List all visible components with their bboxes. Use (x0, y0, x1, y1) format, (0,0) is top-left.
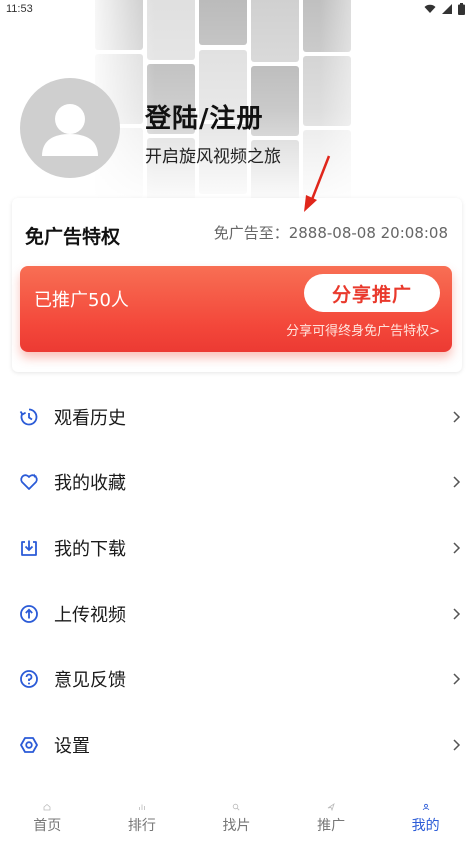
promotion-banner: 已推广50人 分享推广 分享可得终身免广告特权> (20, 266, 452, 352)
chevron-right-icon (453, 476, 461, 488)
history-icon (19, 407, 39, 427)
profile-icon (422, 803, 429, 811)
menu-item-label: 观看历史 (54, 407, 126, 429)
menu-item-label: 我的下载 (54, 538, 126, 560)
nav-tab-label: 排行 (127, 818, 156, 834)
signal-icon (442, 4, 452, 14)
menu-item-label: 我的收藏 (54, 473, 126, 495)
battery-icon (458, 3, 465, 15)
settings-icon (19, 735, 39, 755)
nav-tab-label: 我的 (411, 818, 440, 834)
promotion-note-link[interactable]: 分享可得终身免广告特权> (286, 320, 440, 339)
nav-tab-mine[interactable]: 我的 (378, 795, 473, 841)
nav-tab-label: 找片 (222, 818, 251, 834)
menu-item-my-downloads[interactable]: 我的下载 (0, 515, 473, 581)
favorite-icon (19, 472, 39, 492)
chevron-right-icon (453, 542, 461, 554)
login-register-link[interactable]: 登陆/注册 (145, 98, 264, 135)
feedback-icon (19, 669, 39, 689)
bottom-nav: 首页 排行 找片 推广 我的 (0, 795, 473, 841)
menu-item-label: 设置 (54, 735, 90, 757)
ad-free-title: 免广告特权 (25, 226, 121, 248)
menu-item-my-favorites[interactable]: 我的收藏 (0, 450, 473, 516)
nav-tab-ranking[interactable]: 排行 (95, 795, 190, 841)
menu-item-settings[interactable]: 设置 (0, 712, 473, 778)
avatar[interactable] (20, 78, 120, 178)
download-icon (19, 538, 39, 558)
profile-subtitle: 开启旋风视频之旅 (145, 147, 281, 167)
ranking-icon (138, 804, 145, 810)
wifi-icon (424, 4, 436, 13)
chevron-right-icon (453, 608, 461, 620)
ad-free-card: 免广告特权 免广告至：2888-08-08 20:08:08 已推广50人 分享… (12, 198, 462, 372)
share-promotion-button[interactable]: 分享推广 (304, 274, 440, 312)
red-arrow-annotation-icon (304, 155, 331, 212)
nav-tab-label: 首页 (33, 818, 62, 834)
nav-tab-home[interactable]: 首页 (0, 795, 95, 841)
nav-tab-find[interactable]: 找片 (189, 795, 284, 841)
menu-item-feedback[interactable]: 意见反馈 (0, 646, 473, 712)
menu-item-label: 上传视频 (54, 604, 126, 626)
home-icon (43, 803, 51, 811)
default-avatar-icon (42, 104, 98, 156)
nav-tab-promotion[interactable]: 推广 (284, 795, 379, 841)
menu-item-upload-video[interactable]: 上传视频 (0, 581, 473, 647)
status-time: 11:53 (6, 3, 33, 15)
menu-list: 观看历史 我的收藏 我的下载 上传视频 意见反馈 设置 (0, 384, 473, 778)
nav-tab-label: 推广 (317, 818, 346, 834)
promotion-icon (327, 803, 335, 811)
menu-item-label: 意见反馈 (54, 670, 126, 692)
menu-item-watch-history[interactable]: 观看历史 (0, 384, 473, 450)
chevron-right-icon (453, 739, 461, 751)
chevron-right-icon (453, 411, 461, 423)
find-icon (233, 803, 240, 811)
promotion-count: 已推广50人 (34, 290, 129, 311)
status-bar: 11:53 (0, 0, 473, 20)
ad-free-expire-date: 免广告至：2888-08-08 20:08:08 (213, 224, 448, 242)
upload-icon (19, 604, 39, 624)
chevron-right-icon (453, 673, 461, 685)
